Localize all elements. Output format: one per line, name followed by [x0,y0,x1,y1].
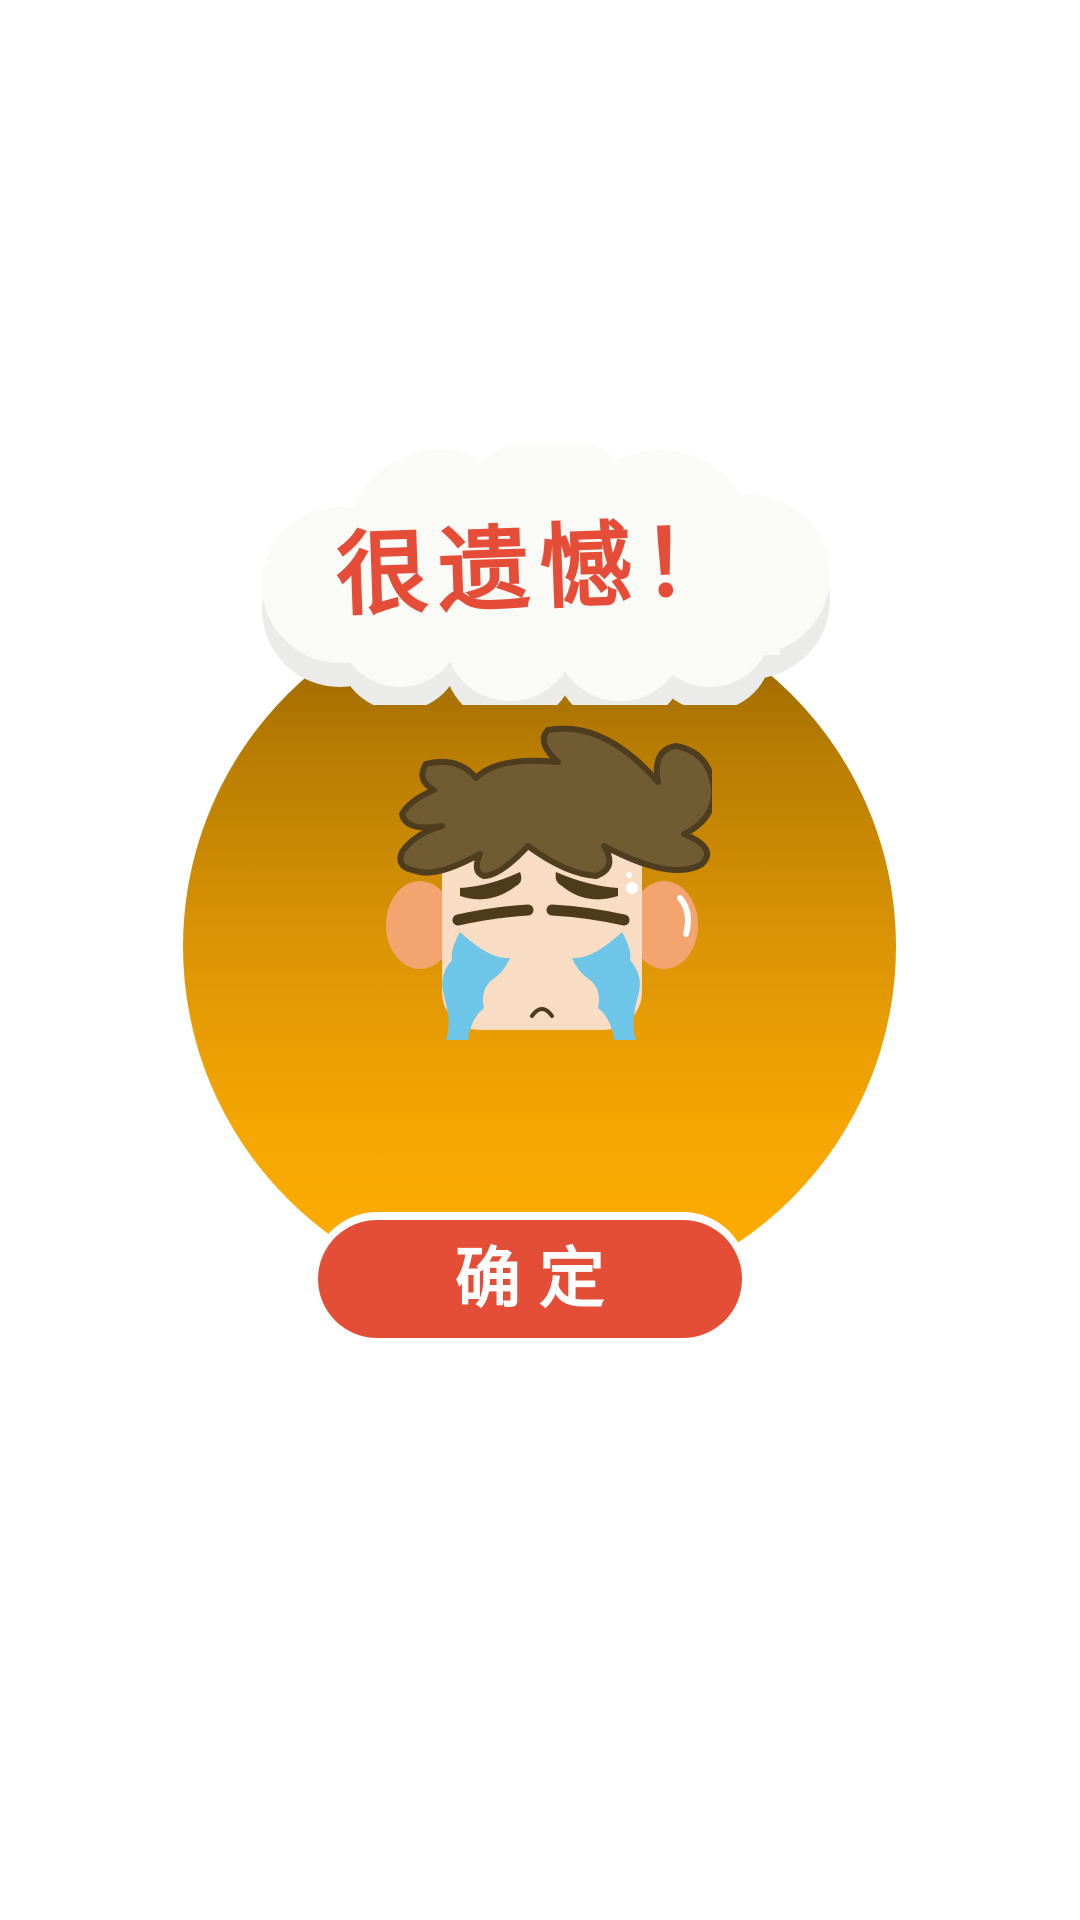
confirm-button-border: 确定 [312,1212,748,1342]
confirm-button[interactable]: 确定 [318,1220,742,1338]
title-cloud: 很遗憾！ [250,445,830,705]
result-dialog: 很遗憾！ 确定 [0,0,1080,1920]
crying-boy-icon [372,720,717,1058]
dialog-title: 很遗憾！ [334,507,746,630]
